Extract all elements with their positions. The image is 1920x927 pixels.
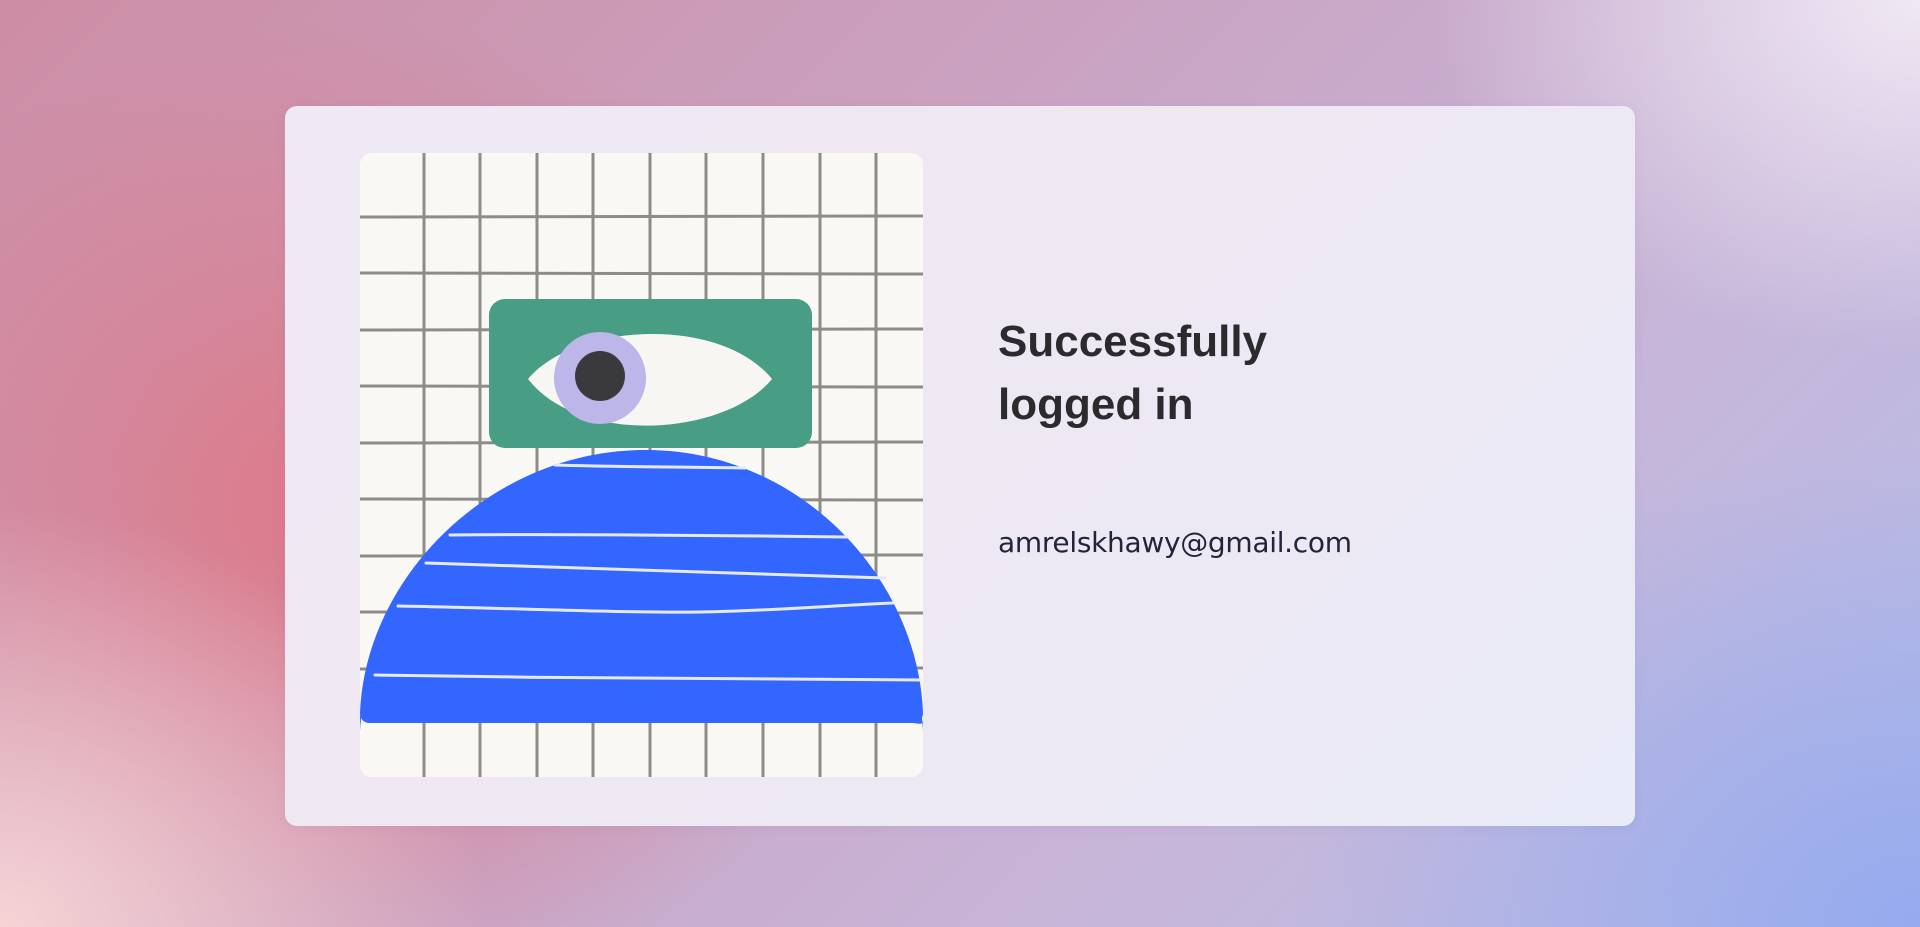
login-success-card: Successfully logged in amrelskhawy@gmail… xyxy=(285,106,1635,826)
user-email: amrelskhawy@gmail.com xyxy=(998,526,1352,559)
eye-illustration xyxy=(360,153,923,777)
eye-pupil xyxy=(575,351,625,401)
eye-illustration-svg xyxy=(360,153,923,777)
success-title: Successfully logged in xyxy=(998,317,1268,429)
